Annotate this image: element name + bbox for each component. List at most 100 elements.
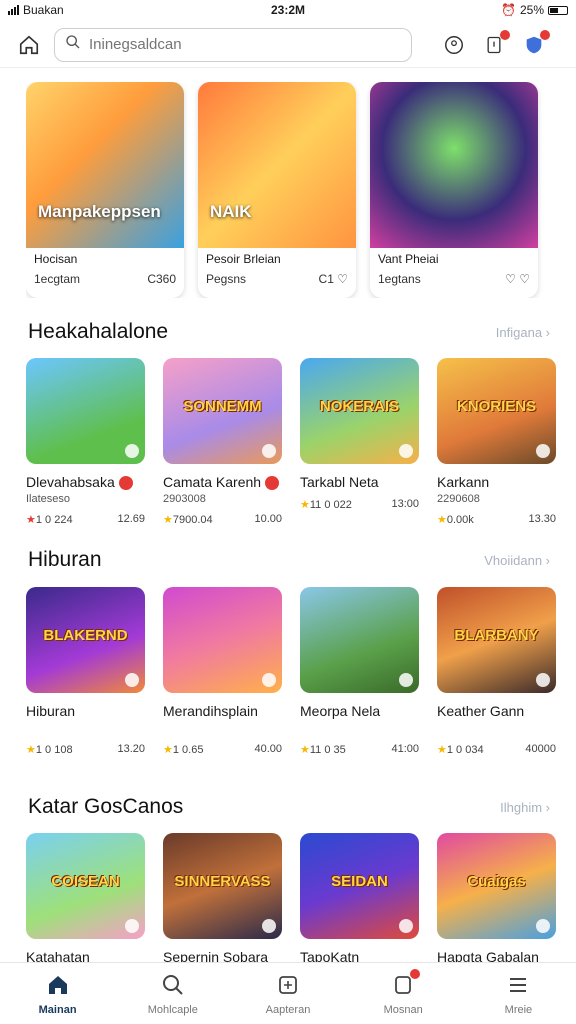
game-card[interactable]: COISEAN Katahatan xyxy=(26,833,145,965)
game-rating: ★7900.04 xyxy=(163,514,213,527)
game-rating: ★11 0 35 xyxy=(300,744,346,756)
notification-badge xyxy=(500,29,510,40)
nav-label: Aapteran xyxy=(265,1003,311,1016)
featured-title: Pesoir Brleian xyxy=(206,252,281,266)
badge-icon xyxy=(262,444,276,458)
search-icon xyxy=(65,34,81,55)
game-card[interactable]: BLAKERND Hiburan ★1 0 108 13.20 xyxy=(26,587,145,756)
game-card[interactable]: NOKERAIS Tarkabl Neta ★11 0 022 13:00 xyxy=(300,358,419,526)
game-card[interactable]: Meorpa Nela ★11 0 35 41:00 xyxy=(300,587,419,756)
see-more-link[interactable]: Vhoiidann › xyxy=(484,553,550,568)
badge-icon xyxy=(536,673,550,687)
signal-icon xyxy=(8,5,19,15)
featured-subtitle: 1ecgtam xyxy=(34,272,81,286)
game-subtitle: 2903008 xyxy=(163,493,206,506)
featured-card[interactable]: Manpakeppsen Hocisan 1ecgtam C360 xyxy=(26,82,184,298)
badge-icon xyxy=(262,673,276,687)
game-count: 13.20 xyxy=(117,743,145,755)
game-title: Merandihsplain xyxy=(163,703,258,719)
game-count: 10.00 xyxy=(254,513,282,526)
game-title: Keather Gann xyxy=(437,703,525,719)
game-card[interactable]: SONNEMM Camata Karenh 2903008 ★7900.04 10… xyxy=(163,358,282,526)
game-card[interactable]: Merandihsplain ★1 0.65 40.00 xyxy=(163,587,282,756)
featured-stat: C1 ♡ xyxy=(318,272,348,286)
game-card[interactable]: SEIDAN TapoKatn xyxy=(300,833,419,965)
alarm-icon: ⏰ xyxy=(501,3,516,17)
badge-icon xyxy=(262,919,276,933)
badge-icon xyxy=(125,673,139,687)
nav-menu[interactable]: Mreie xyxy=(461,963,576,1024)
featured-carousel[interactable]: Manpakeppsen Hocisan 1ecgtam C360 NAIK Pe… xyxy=(26,82,576,298)
featured-subtitle: 1egtans xyxy=(378,272,421,286)
menu-icon xyxy=(505,972,531,998)
nav-label: Mosnan xyxy=(383,1003,423,1016)
home-icon[interactable] xyxy=(16,32,42,58)
battery-percent: 25% xyxy=(519,3,544,17)
nav-label: Mainan xyxy=(38,1003,77,1016)
featured-title: Vant Pheiai xyxy=(378,252,439,266)
nav-label: Mohlcaple xyxy=(147,1003,198,1016)
game-rating: ★1 0 034 xyxy=(437,744,484,756)
section-header: Heakahalalone Infigana › xyxy=(28,320,550,344)
nav-label: Mreie xyxy=(504,1003,533,1016)
heart-icon[interactable]: ♡ xyxy=(337,272,348,286)
see-more-link[interactable]: Infigana › xyxy=(496,325,550,340)
section-title: Katar GosCanos xyxy=(28,795,184,818)
game-title: Karkann xyxy=(437,474,490,490)
badge-icon xyxy=(536,919,550,933)
carrier-label: Buakan xyxy=(23,3,64,17)
game-rating: ★1 0 108 xyxy=(26,744,73,756)
game-title: Camata Karenh xyxy=(163,474,262,490)
section-title: Hiburan xyxy=(28,548,102,571)
game-card[interactable]: Cuaigas Hapgta Gabalan xyxy=(437,833,556,965)
section-header: Katar GosCanos Ilhghim › xyxy=(28,795,550,819)
game-subtitle: 2290608 xyxy=(437,493,480,505)
search-bar[interactable] xyxy=(54,27,412,62)
nav-messages[interactable]: Mosnan xyxy=(346,963,461,1024)
battery-icon xyxy=(548,5,568,15)
featured-overlay-title: NAIK xyxy=(210,202,252,221)
game-card[interactable]: Dlevahabsaka Ilateseso ★1 0 224 12.69 xyxy=(26,358,145,526)
game-card[interactable]: BLARBANY Keather Gann ★1 0 034 40000 xyxy=(437,587,556,756)
badge-icon xyxy=(536,444,550,458)
game-rating: ★11 0 022 xyxy=(300,499,352,511)
support-icon[interactable] xyxy=(442,33,466,57)
game-rating: ★0.00k xyxy=(437,514,474,526)
game-count: 41:00 xyxy=(391,743,419,755)
nav-apps[interactable]: Aapteran xyxy=(230,963,345,1024)
message-icon xyxy=(390,968,421,998)
game-card[interactable]: KNORIENS Karkann 2290608 ★0.00k 13.30 xyxy=(437,358,556,526)
game-row: COISEAN Katahatan SINNERVASS Sepernin So… xyxy=(26,833,576,965)
hot-icon xyxy=(118,476,133,491)
featured-card[interactable]: NAIK Pesoir Brleian Pegsns C1 ♡ xyxy=(198,82,356,298)
game-count: 13.30 xyxy=(528,513,556,525)
game-card[interactable]: SINNERVASS Sepernin Sobara xyxy=(163,833,282,965)
nav-home[interactable]: Mainan xyxy=(0,963,115,1024)
game-count: 13:00 xyxy=(391,498,419,510)
heart-icon[interactable]: ♡ ♡ xyxy=(505,272,530,286)
shield-badge xyxy=(540,29,550,40)
hot-icon xyxy=(265,476,280,491)
bottom-nav: Mainan Mohlcaple Aapteran Mosnan Mreie xyxy=(0,962,576,1024)
section-title: Heakahalalone xyxy=(28,320,169,343)
game-title: Tarkabl Neta xyxy=(300,474,379,490)
message-badge xyxy=(410,968,421,979)
badge-icon xyxy=(399,673,413,687)
status-bar: Buakan 23:2M ⏰ 25% xyxy=(0,0,576,20)
section-header: Hiburan Vhoiidann › xyxy=(28,548,550,572)
notification-icon[interactable] xyxy=(482,29,510,57)
badge-icon xyxy=(125,444,139,458)
top-bar xyxy=(0,22,576,68)
nav-search[interactable]: Mohlcaple xyxy=(115,963,230,1024)
shield-icon[interactable] xyxy=(522,29,550,57)
search-input[interactable] xyxy=(89,36,401,53)
apps-icon xyxy=(275,972,301,998)
game-rating: ★1 0 224 xyxy=(26,514,73,527)
game-title: Meorpa Nela xyxy=(300,703,381,719)
see-more-link[interactable]: Ilhghim › xyxy=(500,800,550,815)
game-row: BLAKERND Hiburan ★1 0 108 13.20 Merandihs… xyxy=(26,587,576,756)
game-subtitle: Ilateseso xyxy=(26,493,71,506)
featured-card[interactable]: Vant Pheiai 1egtans ♡ ♡ xyxy=(370,82,538,298)
game-title: Dlevahabsaka xyxy=(26,474,115,490)
clock: 23:2M xyxy=(270,3,305,17)
